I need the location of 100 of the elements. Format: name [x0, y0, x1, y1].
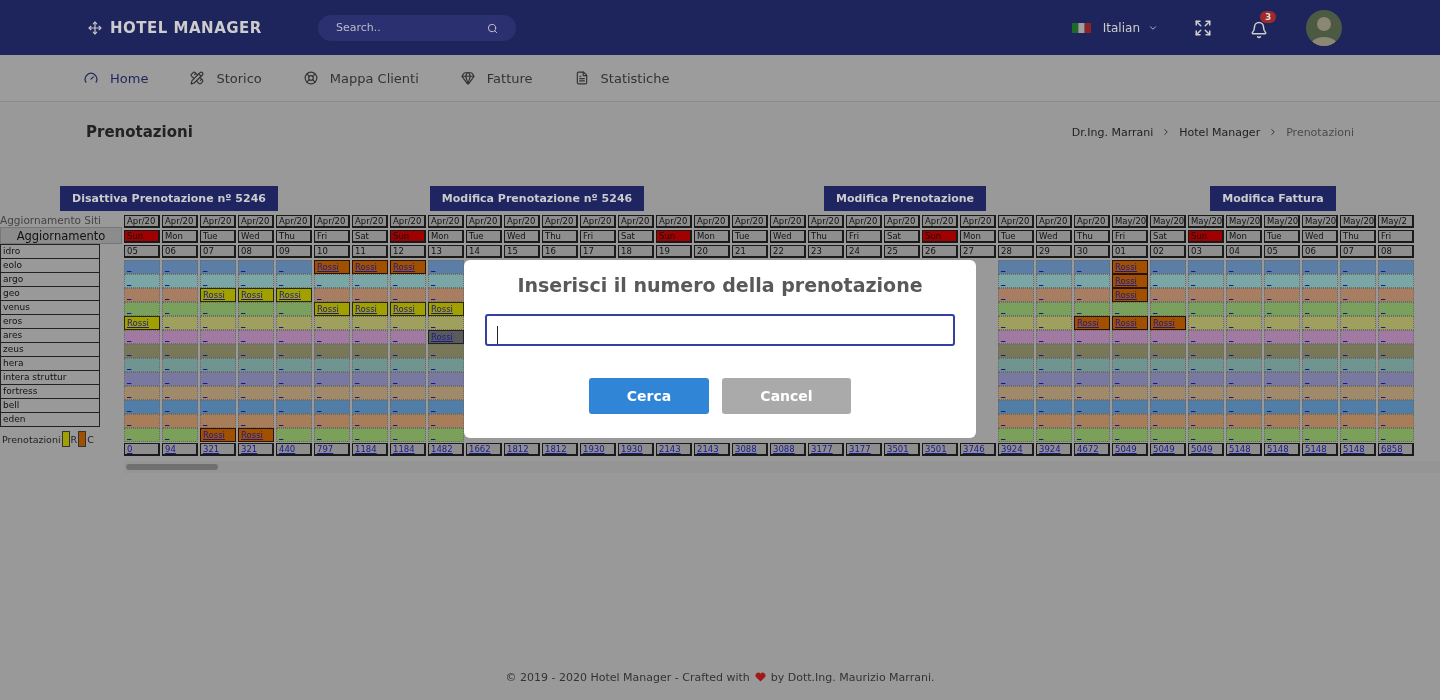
total-link[interactable]: 3088	[773, 444, 795, 454]
nav-item[interactable]: Statistiche	[574, 70, 670, 86]
cell-link[interactable]: _	[1001, 276, 1006, 286]
action-button[interactable]: Modifica Prenotazione nº 5246	[429, 186, 645, 211]
cell-link[interactable]: _	[1153, 346, 1158, 356]
guest-link[interactable]: Rossi	[127, 318, 149, 328]
guest-link[interactable]: Rossi	[279, 290, 301, 300]
cell-link[interactable]: _	[1115, 374, 1120, 384]
cell-link[interactable]: _	[317, 374, 322, 384]
cell-link[interactable]: _	[127, 374, 132, 384]
cell-link[interactable]: _	[165, 318, 170, 328]
cell-link[interactable]: _	[1343, 360, 1348, 370]
total-link[interactable]: 3746	[963, 444, 985, 454]
cell-link[interactable]: _	[165, 388, 170, 398]
cell-link[interactable]: _	[165, 276, 170, 286]
cell-link[interactable]: _	[317, 388, 322, 398]
cell-link[interactable]: _	[1305, 276, 1310, 286]
cell-link[interactable]: _	[279, 262, 284, 272]
cell-link[interactable]: _	[241, 388, 246, 398]
cell-link[interactable]: _	[393, 346, 398, 356]
guest-link[interactable]: Rossi	[1077, 318, 1099, 328]
cell-link[interactable]: _	[1305, 290, 1310, 300]
cell-link[interactable]: _	[1001, 402, 1006, 412]
cell-link[interactable]: _	[1229, 416, 1234, 426]
total-link[interactable]: 5148	[1267, 444, 1289, 454]
cell-link[interactable]: _	[1001, 262, 1006, 272]
cell-link[interactable]: _	[1039, 416, 1044, 426]
total-link[interactable]: 1482	[431, 444, 453, 454]
cell-link[interactable]: _	[1305, 318, 1310, 328]
cell-link[interactable]: _	[1229, 290, 1234, 300]
cell-link[interactable]: _	[127, 332, 132, 342]
cell-link[interactable]: _	[355, 360, 360, 370]
cell-link[interactable]: _	[355, 416, 360, 426]
cell-link[interactable]: _	[1305, 402, 1310, 412]
total-link[interactable]: 3924	[1001, 444, 1023, 454]
cell-link[interactable]: _	[165, 332, 170, 342]
cell-link[interactable]: _	[1191, 332, 1196, 342]
guest-link[interactable]: Rossi	[1115, 290, 1137, 300]
cell-link[interactable]: _	[1039, 346, 1044, 356]
cell-link[interactable]: _	[1343, 416, 1348, 426]
cell-link[interactable]: _	[127, 430, 132, 440]
cell-link[interactable]: _	[1381, 304, 1386, 314]
cell-link[interactable]: _	[1191, 402, 1196, 412]
cell-link[interactable]: _	[317, 290, 322, 300]
total-link[interactable]: 1662	[469, 444, 491, 454]
cell-link[interactable]: _	[1039, 388, 1044, 398]
cell-link[interactable]: _	[431, 290, 436, 300]
breadcrumb-link[interactable]: Dr.Ing. Marrani	[1071, 125, 1154, 139]
cell-link[interactable]: _	[165, 346, 170, 356]
cell-link[interactable]: _	[1191, 304, 1196, 314]
cell-link[interactable]: _	[355, 332, 360, 342]
cell-link[interactable]: _	[241, 332, 246, 342]
total-link[interactable]: 3177	[811, 444, 833, 454]
cell-link[interactable]: _	[1305, 346, 1310, 356]
cell-link[interactable]: _	[431, 402, 436, 412]
total-link[interactable]: 5049	[1153, 444, 1175, 454]
cell-link[interactable]: _	[1343, 374, 1348, 384]
cell-link[interactable]: _	[1267, 416, 1272, 426]
guest-link[interactable]: Rossi	[1115, 276, 1137, 286]
search-button[interactable]: Cerca	[589, 378, 709, 414]
cell-link[interactable]: _	[393, 276, 398, 286]
cell-link[interactable]: _	[1153, 360, 1158, 370]
cell-link[interactable]: _	[203, 318, 208, 328]
nav-item[interactable]: Storico	[190, 70, 262, 86]
cell-link[interactable]: _	[1381, 262, 1386, 272]
cell-link[interactable]: _	[355, 402, 360, 412]
cell-link[interactable]: _	[1001, 304, 1006, 314]
cell-link[interactable]: _	[127, 276, 132, 286]
guest-link[interactable]: Rossi	[1115, 318, 1137, 328]
cell-link[interactable]: _	[1229, 262, 1234, 272]
cell-link[interactable]: _	[1039, 304, 1044, 314]
cell-link[interactable]: _	[317, 416, 322, 426]
cell-link[interactable]: _	[1229, 276, 1234, 286]
total-link[interactable]: 94	[165, 444, 176, 454]
total-link[interactable]: 3088	[735, 444, 757, 454]
cell-link[interactable]: _	[1305, 430, 1310, 440]
cell-link[interactable]: _	[1077, 276, 1082, 286]
cell-link[interactable]: _	[127, 262, 132, 272]
cell-link[interactable]: _	[1191, 360, 1196, 370]
action-button[interactable]: Modifica Prenotazione	[823, 186, 987, 211]
cell-link[interactable]: _	[393, 402, 398, 412]
cell-link[interactable]: _	[1343, 262, 1348, 272]
cell-link[interactable]: _	[1077, 388, 1082, 398]
guest-link[interactable]: Rossi	[241, 290, 263, 300]
cell-link[interactable]: _	[317, 346, 322, 356]
cell-link[interactable]: _	[1039, 290, 1044, 300]
cell-link[interactable]: _	[1305, 304, 1310, 314]
cell-link[interactable]: _	[127, 346, 132, 356]
guest-link[interactable]: Rossi	[1153, 318, 1175, 328]
action-button[interactable]: Modifica Fattura	[1210, 186, 1336, 211]
cell-link[interactable]: _	[431, 318, 436, 328]
cell-link[interactable]: _	[203, 276, 208, 286]
cell-link[interactable]: _	[1267, 346, 1272, 356]
total-link[interactable]: 321	[241, 444, 258, 454]
cell-link[interactable]: _	[279, 332, 284, 342]
input-field[interactable]	[485, 314, 955, 346]
guest-link[interactable]: Rossi	[1115, 262, 1137, 272]
cell-link[interactable]: _	[165, 262, 170, 272]
cell-link[interactable]: _	[1115, 346, 1120, 356]
cell-link[interactable]: _	[1343, 290, 1348, 300]
